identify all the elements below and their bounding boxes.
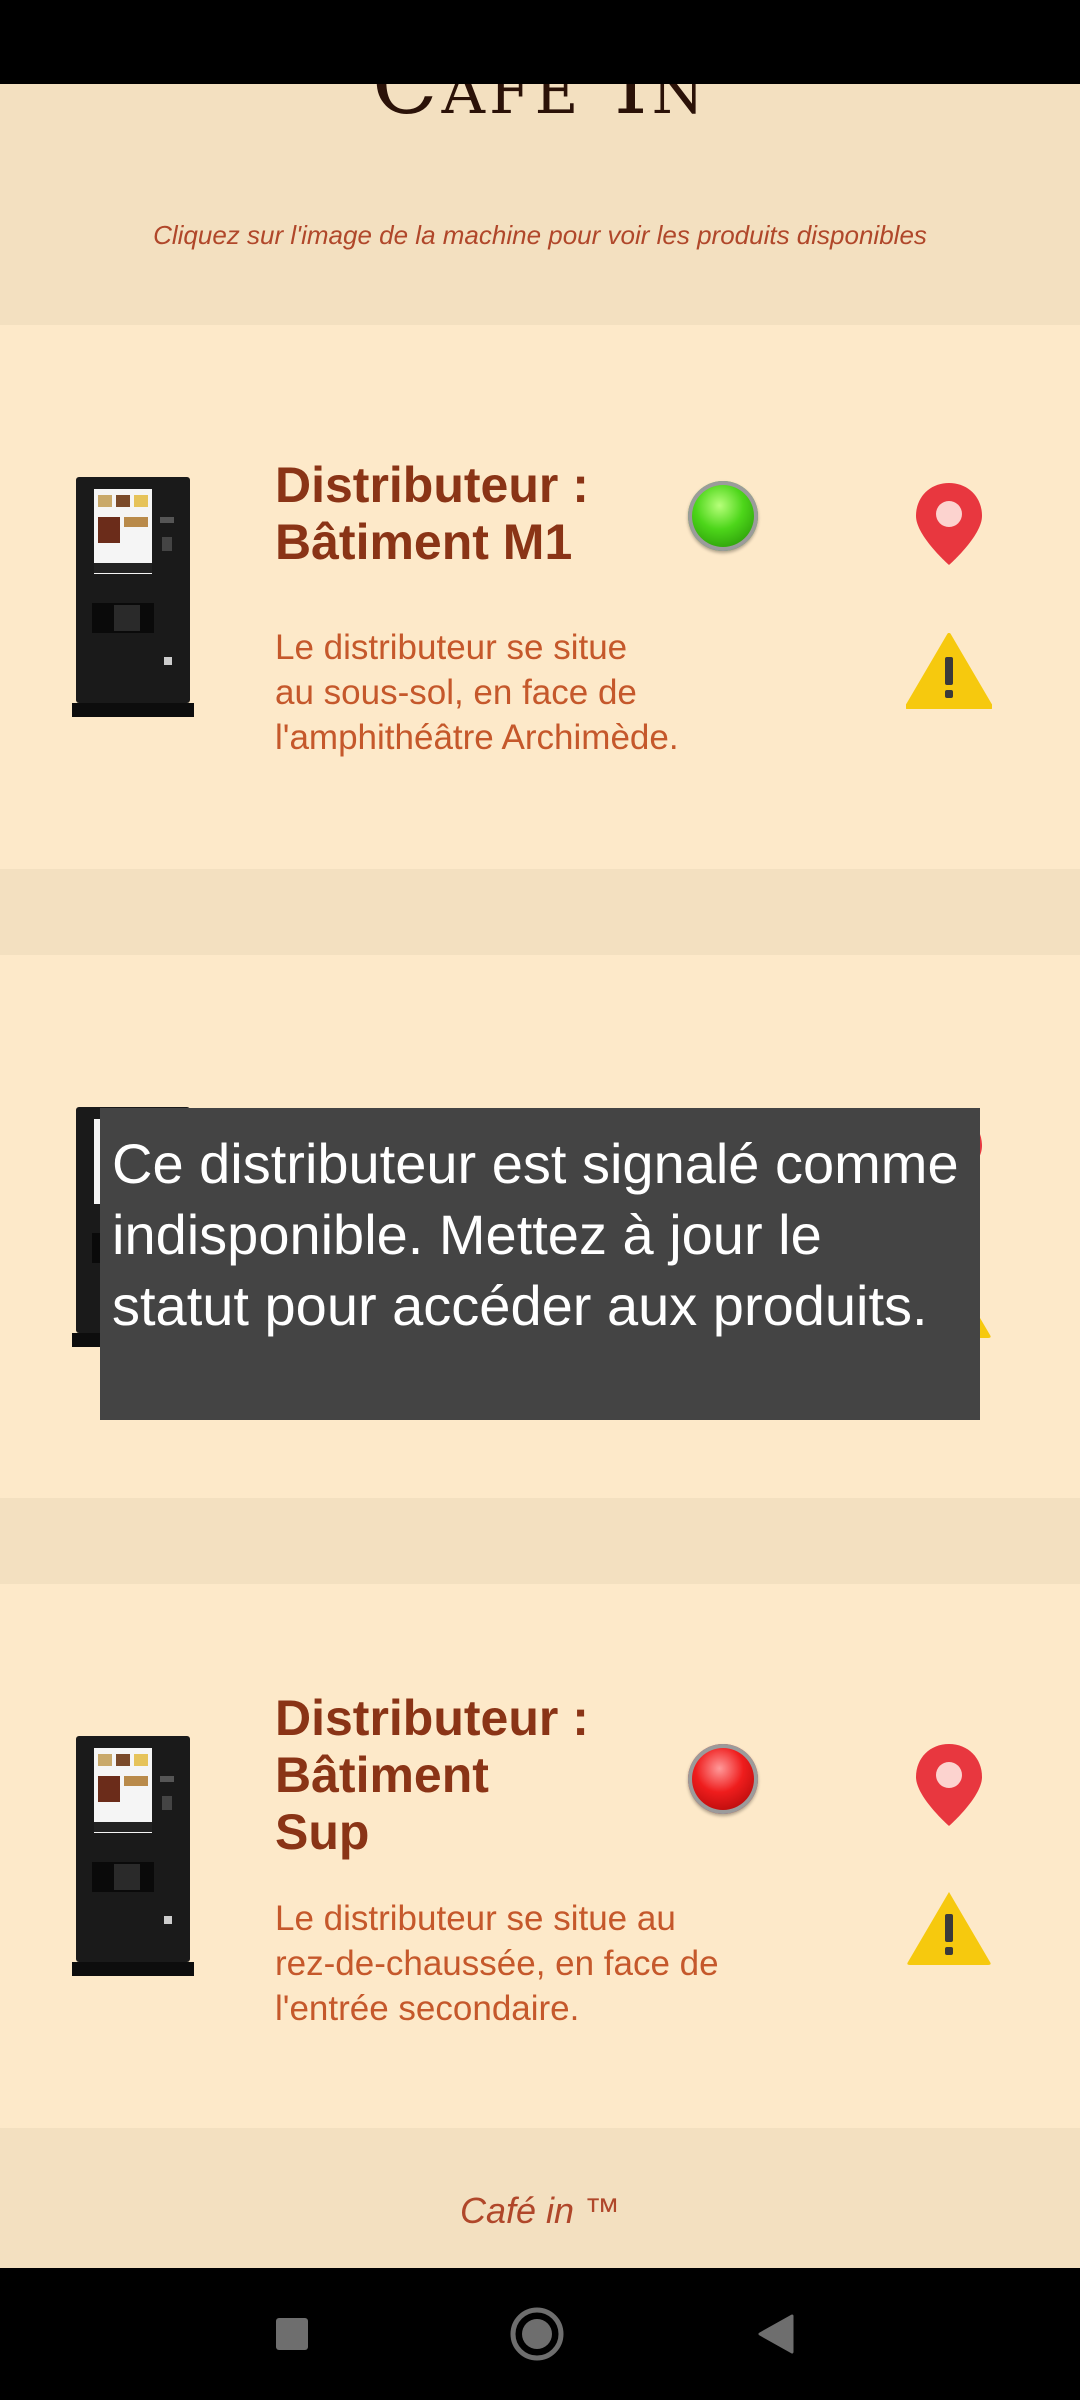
home-button[interactable]	[477, 2268, 597, 2400]
triangle-back-icon	[758, 2314, 794, 2354]
status-indicator-unavailable	[688, 1744, 758, 1814]
machine-title: Distributeur : Bâtiment M1	[275, 457, 589, 570]
map-pin-icon[interactable]	[914, 1742, 984, 1828]
machine-card: Distributeur : Bâtiment M1 Le distribute…	[0, 325, 1080, 869]
warning-icon[interactable]	[906, 633, 992, 709]
toast-message: Ce distributeur est signalé comme indisp…	[112, 1132, 959, 1337]
unavailable-toast: Ce distributeur est signalé comme indisp…	[100, 1108, 980, 1420]
vending-machine-image[interactable]	[72, 477, 194, 717]
recents-button[interactable]	[232, 2268, 352, 2400]
vending-machine-image[interactable]	[72, 1736, 194, 1976]
machine-card: Distributeur : Bâtiment Sup Le distribut…	[0, 1584, 1080, 2128]
machine-description: Le distributeur se situe au rez-de-chaus…	[275, 1899, 719, 2028]
machine-description: Le distributeur se situe au sous-sol, en…	[275, 628, 679, 757]
back-button[interactable]	[716, 2268, 836, 2400]
map-pin-icon[interactable]	[914, 481, 984, 567]
status-indicator-available	[688, 481, 758, 551]
status-bar	[0, 0, 1080, 84]
page-subtitle: Cliquez sur l'image de la machine pour v…	[153, 220, 927, 250]
page-header: Café In Cliquez sur l'image de la machin…	[0, 84, 1080, 325]
system-nav-bar	[0, 2268, 1080, 2400]
footer-text: Café in ™	[459, 2190, 621, 2231]
machine-title: Distributeur : Bâtiment Sup	[275, 1690, 589, 1860]
square-icon	[276, 2318, 308, 2350]
warning-icon[interactable]	[906, 1890, 992, 1966]
page-footer: Café in ™	[0, 2128, 1080, 2268]
app-title: Café In	[371, 84, 709, 134]
circle-icon	[510, 2307, 564, 2361]
